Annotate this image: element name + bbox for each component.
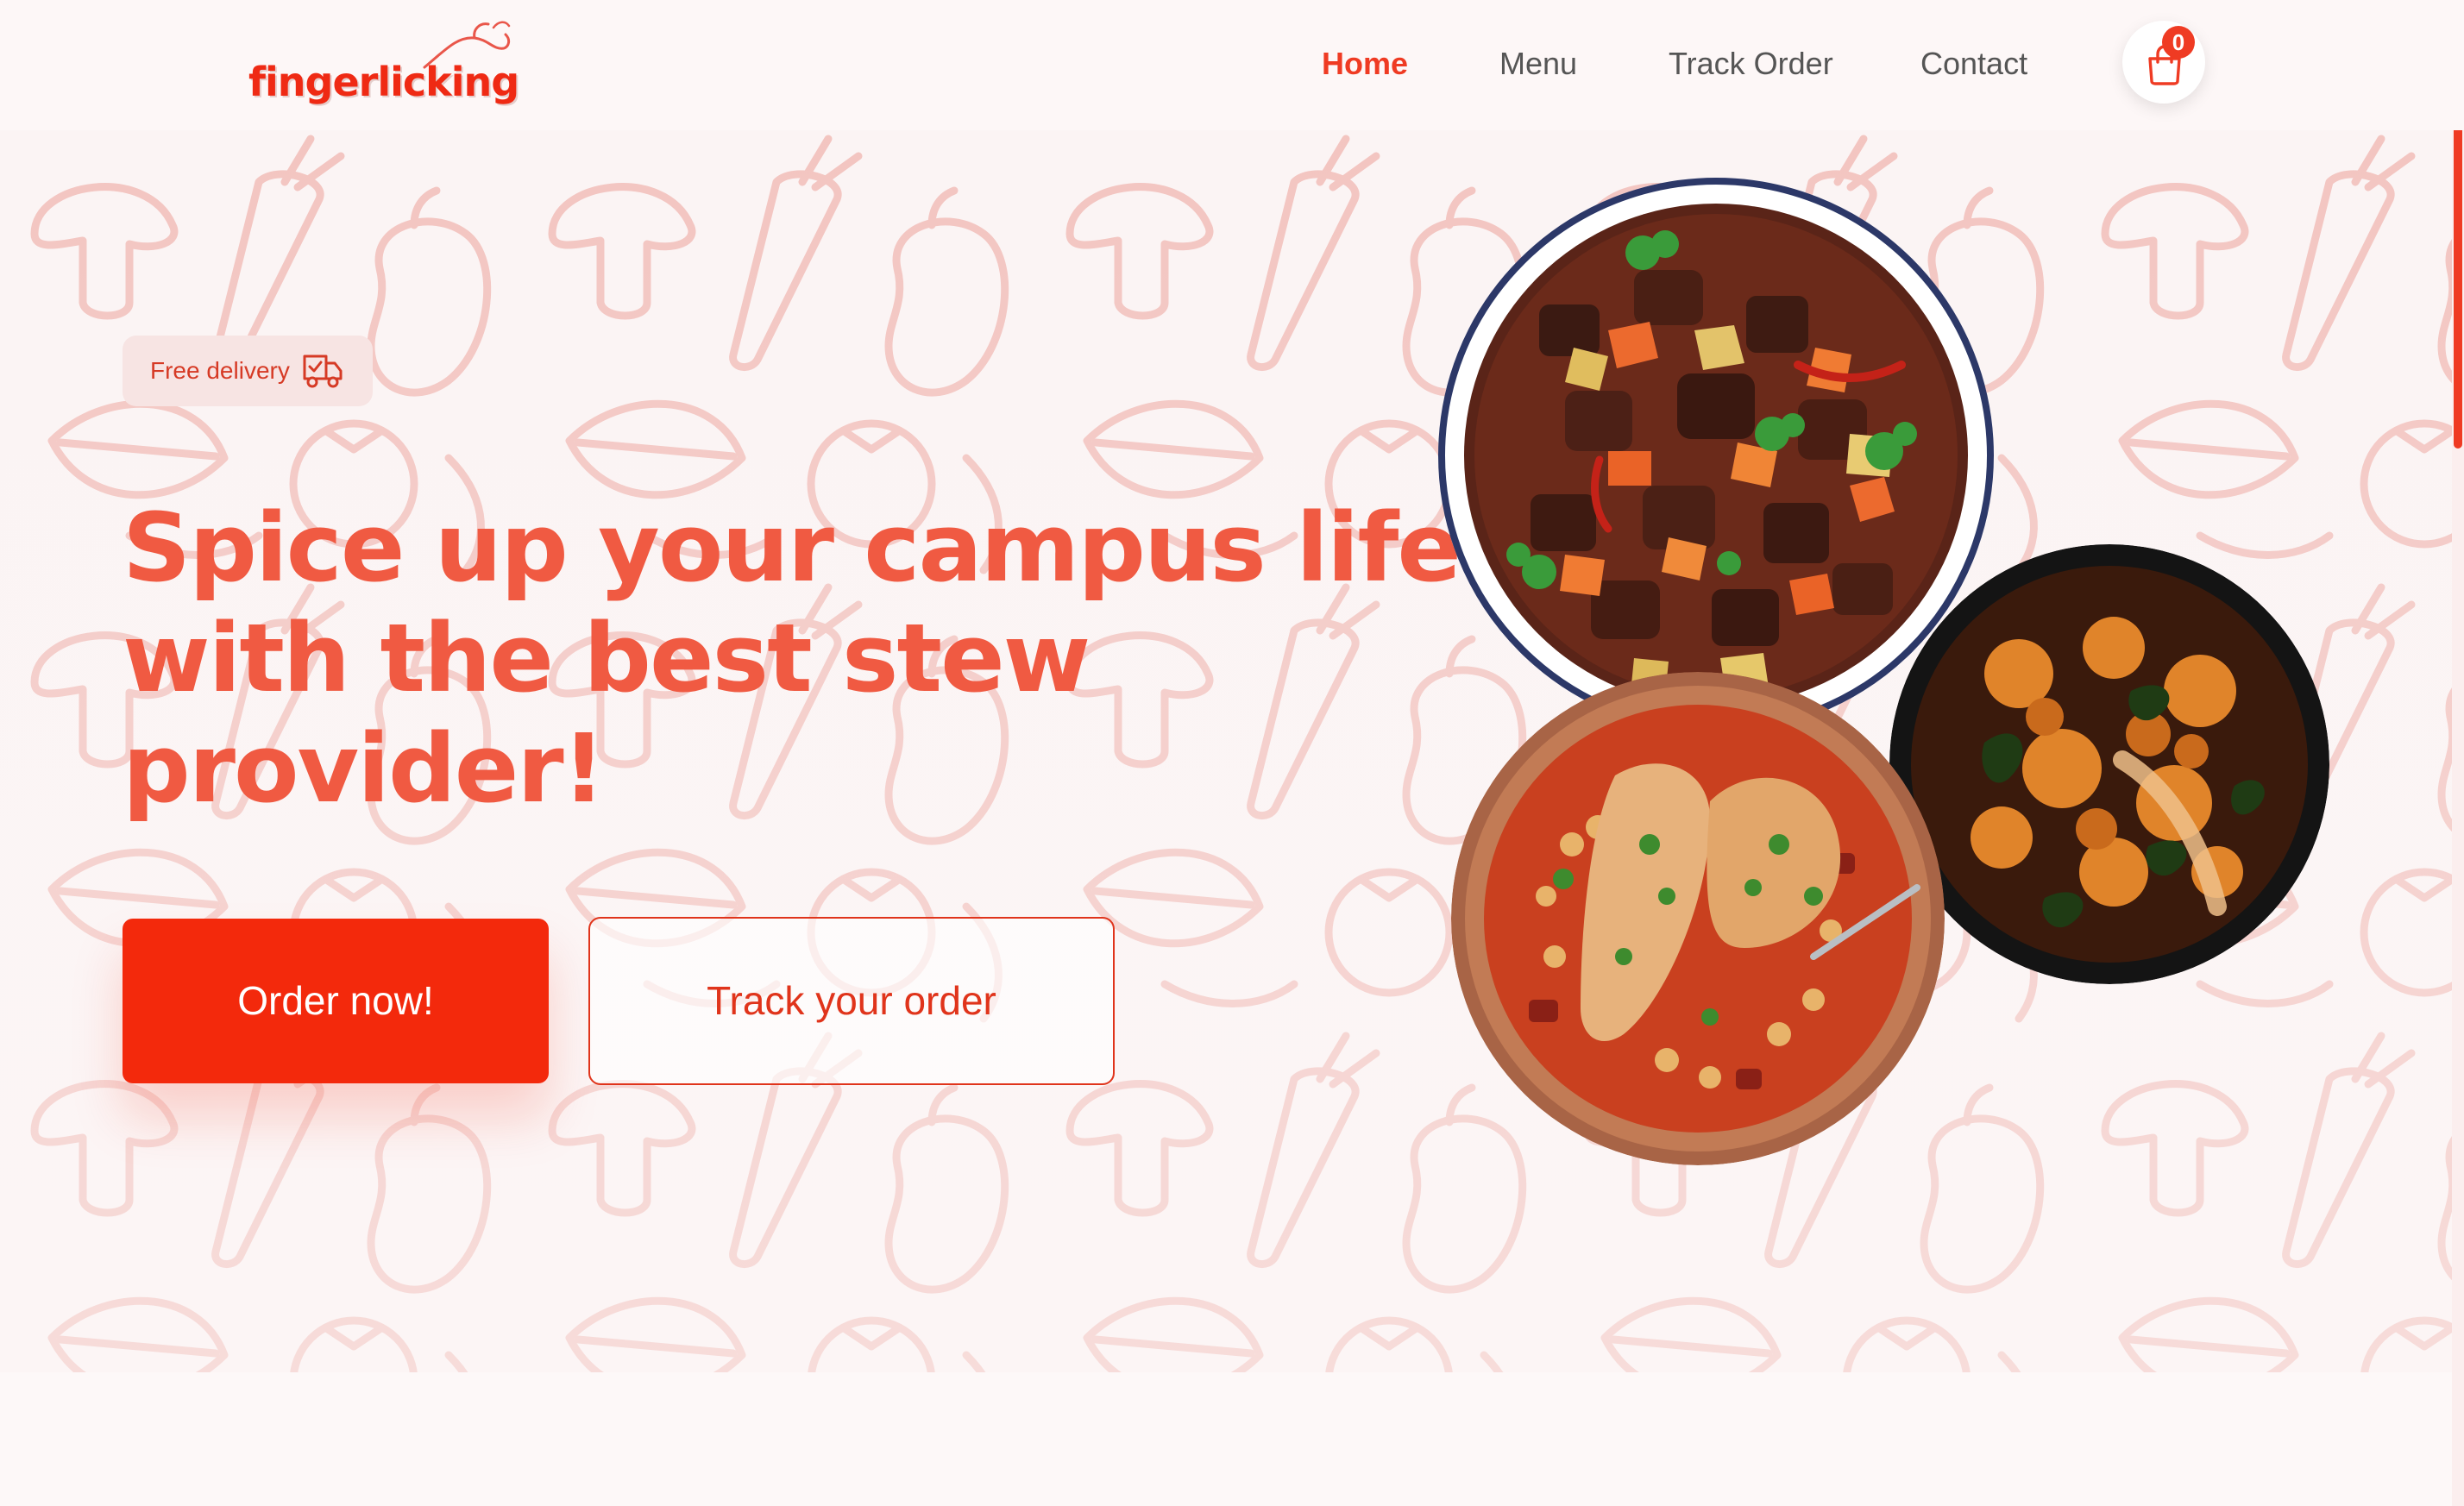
dish-beef-stew-image	[1436, 175, 1996, 736]
nav-contact[interactable]: Contact	[1920, 40, 2027, 88]
headline-line-3: provider!	[123, 713, 606, 824]
headline-line-2: with the best stew	[123, 603, 1091, 713]
hero-section: Free delivery Spice up your campus life!…	[0, 130, 2464, 1372]
free-delivery-badge: Free delivery	[123, 336, 373, 406]
truck-check-icon	[303, 355, 343, 388]
nav-home[interactable]: Home	[1322, 40, 1408, 88]
nav-menu[interactable]: Menu	[1499, 40, 1577, 88]
headline-line-1: Spice up your campus life!	[123, 493, 1503, 603]
hero-headline: Spice up your campus life! with the best…	[123, 493, 1503, 824]
next-section	[0, 1372, 2464, 1506]
free-delivery-label: Free delivery	[150, 357, 290, 384]
nav-track-order[interactable]: Track Order	[1669, 40, 1833, 88]
cart-count-badge: 0	[2162, 26, 2195, 59]
scrollbar[interactable]	[2452, 0, 2464, 1506]
page: fingerlicking Home Menu Track Order Cont…	[0, 0, 2464, 1506]
dish-vegetable-soup-image	[1889, 544, 2329, 984]
order-now-button[interactable]: Order now!	[123, 919, 549, 1083]
track-order-button[interactable]: Track your order	[588, 917, 1115, 1085]
cart-button[interactable]: 0	[2122, 21, 2205, 104]
navbar: fingerlicking Home Menu Track Order Cont…	[0, 0, 2464, 130]
dish-chicken-stew-image	[1451, 672, 1945, 1165]
nav-links: Home Menu Track Order Contact	[0, 40, 2464, 88]
